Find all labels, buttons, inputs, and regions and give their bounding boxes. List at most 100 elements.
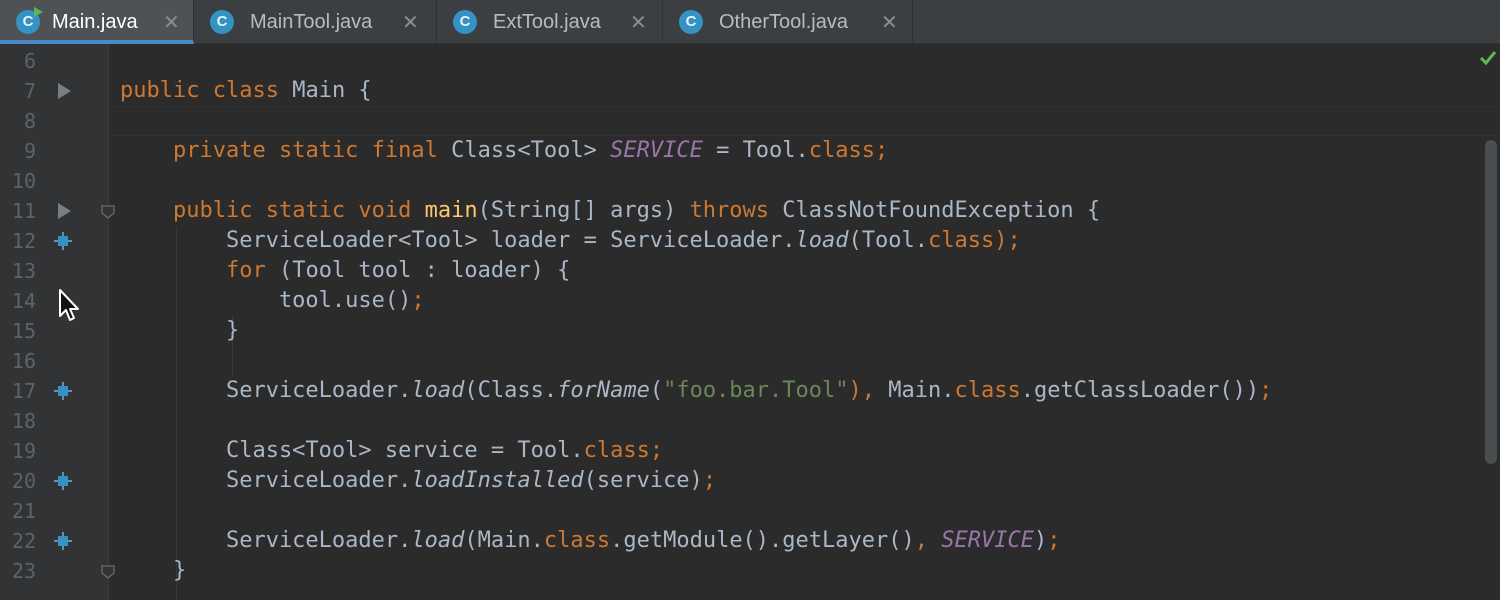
tab-label: ExtTool.java (493, 11, 601, 33)
code-line[interactable]: } (120, 316, 239, 346)
fold-marker-icon[interactable] (101, 205, 115, 219)
vertical-scrollbar[interactable] (1485, 140, 1497, 464)
code-token: "foo.bar.Tool" (663, 378, 849, 403)
code-line[interactable]: private static final Class<Tool> SERVICE… (120, 136, 888, 166)
code-token: class (954, 378, 1021, 403)
run-gutter-icon[interactable] (58, 83, 71, 99)
tab-maintool[interactable]: C MainTool.java ✕ (194, 0, 437, 44)
code-token: ; (649, 438, 664, 463)
service-implementation-icon[interactable] (54, 382, 72, 400)
tab-othertool[interactable]: C OtherTool.java ✕ (663, 0, 913, 44)
line-number: 14 (11, 289, 36, 313)
line-number: 19 (11, 439, 36, 463)
code-token: } (120, 318, 240, 343)
line-number: 6 (23, 49, 36, 73)
code-token: .getModule().getLayer() (610, 528, 915, 553)
line-number: 23 (11, 559, 36, 583)
code-token: ; (875, 138, 889, 163)
code-token: ClassNotFoundException { (782, 198, 1101, 223)
code-token: class (212, 78, 293, 103)
code-token: ; (1047, 528, 1061, 553)
code-token: Class<Tool> service = Tool. (120, 438, 584, 463)
code-token: ( (649, 378, 664, 403)
code-line[interactable]: tool.use(); (120, 286, 425, 316)
code-token: tool.use() (120, 288, 412, 313)
checkmark-icon[interactable] (1478, 48, 1498, 68)
line-number: 15 (11, 319, 36, 343)
code-token: ; (411, 288, 425, 313)
code-token: public (172, 198, 266, 223)
service-implementation-icon[interactable] (54, 232, 72, 250)
line-number: 21 (11, 499, 36, 523)
code-token: final (371, 138, 452, 163)
code-token: load (411, 528, 465, 553)
code-token: SERVICE (610, 138, 703, 163)
class-icon-letter: C (685, 13, 697, 30)
code-token: load (795, 228, 849, 253)
close-tab-icon[interactable]: ✕ (163, 10, 180, 34)
close-tab-icon[interactable]: ✕ (630, 10, 647, 34)
code-token: ) (1033, 528, 1048, 553)
fold-marker-icon[interactable] (101, 565, 115, 579)
code-token: } (120, 558, 187, 583)
code-line[interactable]: public static void main(String[] args) t… (120, 196, 1100, 226)
code-line[interactable]: public class Main { (120, 76, 372, 106)
code-token: Main. (888, 378, 955, 403)
line-number: 18 (11, 409, 36, 433)
tab-label: OtherTool.java (719, 11, 848, 33)
code-token: ); (994, 228, 1021, 253)
code-token: class (543, 528, 611, 553)
service-implementation-icon[interactable] (54, 472, 72, 490)
code-token: for (225, 258, 279, 283)
code-token: ; (1259, 378, 1273, 403)
code-token: class (808, 138, 876, 163)
code-token: main (424, 198, 478, 223)
code-line[interactable]: Class<Tool> service = Tool.class; (120, 436, 663, 466)
code-token: static (265, 198, 359, 223)
code-token: class (927, 228, 995, 253)
code-token: forName (557, 378, 650, 403)
runnable-marker-icon (34, 7, 43, 17)
tab-label: Main.java (52, 11, 138, 33)
code-line[interactable]: ServiceLoader.load(Class.forName("foo.ba… (120, 376, 1272, 406)
line-number: 7 (23, 79, 36, 103)
code-token: , (914, 528, 942, 553)
code-token: public (120, 78, 213, 103)
code-token: ), (848, 378, 889, 403)
java-class-icon: C (210, 10, 234, 34)
close-tab-icon[interactable]: ✕ (881, 10, 898, 34)
tab-exttool[interactable]: C ExtTool.java ✕ (437, 0, 663, 44)
code-token: static (278, 138, 372, 163)
code-token: ; (702, 468, 717, 493)
editor-tab-bar: C Main.java ✕ C MainTool.java ✕ C ExtTool.java ✕… (0, 0, 1500, 44)
line-number: 12 (11, 229, 36, 253)
code-token: throws (689, 198, 783, 223)
run-gutter-icon[interactable] (58, 203, 71, 219)
code-token: SERVICE (941, 528, 1034, 553)
code-editor[interactable]: public class Main { private static final… (109, 44, 1500, 600)
code-token: Class<Tool> (451, 138, 611, 163)
code-line[interactable]: ServiceLoader.loadInstalled(service); (120, 466, 716, 496)
line-number: 8 (23, 109, 36, 133)
tab-label: MainTool.java (250, 11, 373, 33)
line-number: 20 (11, 469, 36, 493)
code-token: (Tool. (848, 228, 928, 253)
code-token: (String[] args) (477, 198, 690, 223)
editor-gutter: 6 7 8 9 10 11 12 13 14 15 16 17 18 19 20 21 22 23 (0, 44, 108, 600)
code-token: Main { (292, 78, 372, 103)
code-line[interactable]: } (120, 556, 186, 586)
tab-main[interactable]: C Main.java ✕ (0, 0, 194, 44)
java-class-icon: C (679, 10, 703, 34)
line-number: 9 (23, 139, 36, 163)
code-line[interactable]: for (Tool tool : loader) { (120, 256, 570, 286)
service-implementation-icon[interactable] (54, 532, 72, 550)
line-number: 10 (11, 169, 36, 193)
close-tab-icon[interactable]: ✕ (402, 10, 419, 34)
code-token: (Class. (464, 378, 558, 403)
code-token: void (358, 198, 425, 223)
code-token: (Main. (464, 528, 544, 553)
code-line[interactable]: ServiceLoader.load(Main.class.getModule(… (120, 526, 1061, 556)
code-line[interactable]: ServiceLoader<Tool> loader = ServiceLoad… (120, 226, 1021, 256)
